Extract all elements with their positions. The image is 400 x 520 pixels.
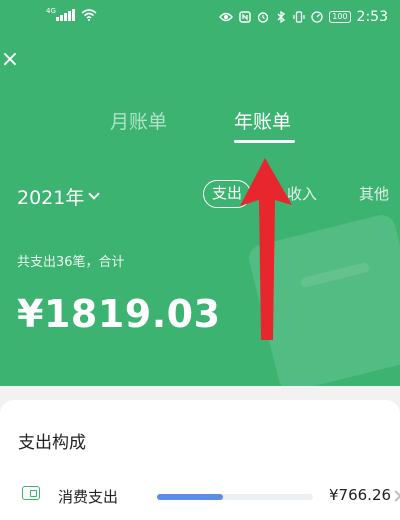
nfc-icon <box>239 11 251 23</box>
tab-year-bill[interactable]: 年账单 <box>234 107 291 134</box>
close-icon[interactable]: × <box>0 49 20 71</box>
tab-month-bill[interactable]: 月账单 <box>110 107 167 134</box>
breakdown-row[interactable]: 消费支出 ¥766.26 <box>0 480 400 520</box>
share-bar-track <box>157 494 313 500</box>
breakdown-title: 支出构成 <box>18 433 86 453</box>
annotation-arrow-icon <box>240 158 292 340</box>
status-bar: 4G 100 2:53 <box>0 0 400 36</box>
bluetooth-vibrate-icon <box>277 11 286 23</box>
alarm-icon <box>258 12 269 23</box>
eye-icon <box>219 12 234 22</box>
signal-icon <box>56 9 75 21</box>
breakdown-label: 消费支出 <box>58 488 119 506</box>
wifi-icon <box>80 9 97 21</box>
expense-total: ¥1819.03 <box>17 292 221 336</box>
filter-other[interactable]: 其他 <box>359 180 389 208</box>
active-tab-indicator <box>234 140 295 143</box>
breakdown-panel: 支出构成 消费支出 ¥766.26 <box>0 400 400 520</box>
expense-summary: 共支出36笔，合计 <box>17 255 125 270</box>
year-selector[interactable]: 2021年 <box>17 183 101 210</box>
wallet-icon <box>22 486 40 500</box>
chevron-right-icon <box>390 490 400 502</box>
share-bar-fill <box>157 494 223 500</box>
bill-header: 4G 100 2:53 × 月账单 年账单 2021年 支出 收入 其他 共支出… <box>0 0 400 386</box>
clock: 2:53 <box>356 9 388 25</box>
status-right: 100 2:53 <box>219 9 388 25</box>
vibrate-icon <box>293 11 305 23</box>
speed-icon <box>311 11 323 23</box>
network-type: 4G <box>46 7 56 15</box>
status-left: 4G <box>46 7 97 21</box>
chevron-down-icon <box>88 188 101 200</box>
battery-icon: 100 <box>329 11 351 23</box>
year-selector-label: 2021年 <box>17 187 85 209</box>
breakdown-amount: ¥766.26 <box>329 486 392 504</box>
